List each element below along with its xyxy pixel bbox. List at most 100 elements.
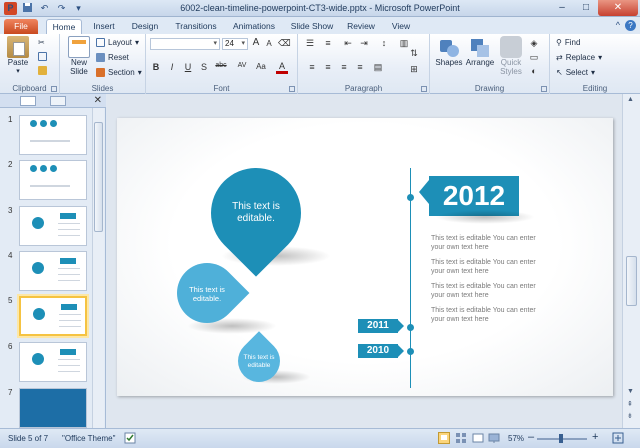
shape-outline-icon[interactable]: ▭ — [528, 52, 540, 63]
fit-to-window-icon[interactable] — [612, 432, 624, 446]
zoom-slider-knob[interactable] — [559, 434, 563, 443]
tab-home[interactable]: Home — [46, 19, 82, 34]
panel-scroll-thumb[interactable] — [94, 122, 103, 232]
slide-thumbnail[interactable] — [19, 160, 87, 200]
slide-thumbnail[interactable] — [19, 296, 87, 336]
section-button[interactable]: Section ▾ — [96, 68, 142, 77]
increase-indent-icon[interactable]: ⇥ — [358, 38, 370, 49]
help-icon[interactable]: ? — [625, 20, 636, 31]
bullets-icon[interactable]: ☰ — [304, 38, 316, 49]
font-color-button[interactable]: A — [276, 61, 288, 74]
paragraph-launcher[interactable] — [421, 86, 427, 92]
justify-icon[interactable]: ≡ — [354, 62, 366, 72]
align-left-icon[interactable]: ≡ — [306, 62, 318, 72]
tab-file[interactable]: File — [4, 19, 38, 34]
tab-slide-show[interactable]: Slide Show — [286, 19, 338, 34]
shape-fill-icon[interactable]: ◈ — [528, 38, 540, 49]
align-center-icon[interactable]: ≡ — [322, 62, 334, 72]
replace-button[interactable]: ⇄ Replace ▾ — [556, 53, 602, 62]
scroll-up-icon[interactable]: ▲ — [627, 96, 634, 103]
format-painter-button[interactable] — [38, 66, 47, 75]
layout-button[interactable]: Layout ▾ — [96, 38, 139, 47]
bold-button[interactable]: B — [150, 62, 162, 72]
timeline-text[interactable]: This text is editable You can enter your… — [431, 282, 549, 300]
year-2010-box[interactable]: 2010 — [358, 344, 398, 358]
editor-scroll-thumb[interactable] — [626, 256, 637, 306]
next-slide-icon[interactable]: ⇟ — [627, 412, 633, 420]
timeline-text[interactable]: This text is editable You can enter your… — [431, 234, 549, 252]
timeline-text[interactable]: This text is editable You can enter your… — [431, 258, 549, 276]
zoom-out-button[interactable]: – — [528, 431, 534, 443]
thumb-line — [58, 371, 80, 372]
slideshow-icon[interactable] — [488, 432, 500, 446]
reading-view-icon[interactable] — [472, 432, 484, 446]
clipboard-launcher[interactable] — [51, 86, 57, 92]
tab-transitions[interactable]: Transitions — [170, 19, 222, 34]
select-button[interactable]: ↖ Select ▾ — [556, 68, 595, 77]
text-shadow-button[interactable]: S — [198, 62, 210, 72]
spelling-icon[interactable] — [124, 432, 136, 446]
reset-button[interactable]: Reset — [96, 53, 129, 62]
close-panel-icon[interactable]: ✕ — [94, 95, 102, 106]
numbering-icon[interactable]: ≡ — [322, 38, 334, 48]
zoom-in-button[interactable]: + — [592, 431, 598, 443]
underline-button[interactable]: U — [182, 62, 194, 72]
grow-font-button[interactable]: A — [250, 37, 262, 48]
maximize-button[interactable]: □ — [574, 0, 598, 16]
shapes-button[interactable]: Shapes — [434, 36, 464, 67]
minimize-ribbon-icon[interactable]: ^ — [616, 20, 620, 31]
font-name-combo[interactable] — [150, 38, 220, 50]
smartart-icon[interactable]: ⊞ — [408, 64, 420, 75]
slide-thumbnail[interactable] — [19, 115, 87, 155]
text-direction-icon[interactable]: ⇅ — [408, 48, 420, 59]
slide-thumbnail[interactable] — [19, 388, 87, 428]
editor-scrollbar[interactable]: ▲ ▼ ⇞ ⇟ — [622, 94, 640, 428]
change-case-button[interactable]: Aa — [254, 62, 268, 71]
theme-name[interactable]: "Office Theme" — [62, 434, 115, 443]
slides-group: New Slide Layout ▾ Reset Section ▾ Slides — [60, 34, 146, 94]
slide-sorter-icon[interactable] — [455, 432, 467, 446]
minimize-button[interactable]: – — [550, 0, 574, 16]
previous-slide-icon[interactable]: ⇞ — [627, 400, 633, 408]
clear-formatting-icon[interactable]: ⌫ — [278, 38, 291, 49]
tab-view[interactable]: View — [386, 19, 416, 34]
shrink-font-button[interactable]: A — [263, 39, 275, 48]
tab-design[interactable]: Design — [127, 19, 163, 34]
tab-animations[interactable]: Animations — [228, 19, 280, 34]
decrease-indent-icon[interactable]: ⇤ — [342, 38, 354, 49]
shape-effects-icon[interactable]: ◐ — [528, 66, 540, 76]
char-spacing-button[interactable]: AV — [234, 62, 250, 69]
slide-thumbnail[interactable] — [19, 342, 87, 382]
copy-button[interactable] — [38, 52, 47, 61]
close-button[interactable]: ✕ — [598, 0, 638, 16]
tab-review[interactable]: Review — [344, 19, 378, 34]
columns-split-icon[interactable]: ▤ — [372, 62, 384, 73]
font-size-combo[interactable]: 24 — [222, 38, 248, 50]
drawing-launcher[interactable] — [541, 86, 547, 92]
year-2011-box[interactable]: 2011 — [358, 319, 398, 333]
outline-tab-icon[interactable] — [50, 96, 66, 106]
align-right-icon[interactable]: ≡ — [338, 62, 350, 72]
paste-button[interactable]: Paste ▾ — [4, 36, 32, 75]
font-launcher[interactable] — [289, 86, 295, 92]
strikethrough-button[interactable]: abc — [212, 62, 230, 69]
panel-scrollbar[interactable] — [92, 108, 104, 428]
scroll-down-icon[interactable]: ▼ — [627, 388, 634, 395]
cut-button[interactable]: ✂ — [38, 38, 45, 47]
line-spacing-icon[interactable]: ↕ — [378, 38, 390, 48]
new-slide-button[interactable]: New Slide — [64, 36, 94, 76]
normal-view-icon[interactable] — [438, 432, 450, 446]
find-button[interactable]: ⚲ Find — [556, 38, 580, 47]
slide-thumbnail[interactable] — [19, 206, 87, 246]
quick-styles-button[interactable]: Quick Styles — [496, 36, 526, 76]
slide-canvas[interactable]: This text is editable. This text is edit… — [117, 118, 613, 396]
tab-insert[interactable]: Insert — [88, 19, 120, 34]
zoom-slider[interactable] — [537, 434, 587, 443]
new-slide-icon — [68, 36, 90, 58]
italic-button[interactable]: I — [166, 62, 178, 72]
zoom-level[interactable]: 57% — [508, 434, 524, 443]
timeline-text[interactable]: This text is editable You can enter your… — [431, 306, 549, 324]
arrange-button[interactable]: Arrange — [464, 36, 496, 67]
slide-thumbnail[interactable] — [19, 251, 87, 291]
slides-tab-icon[interactable] — [20, 96, 36, 106]
